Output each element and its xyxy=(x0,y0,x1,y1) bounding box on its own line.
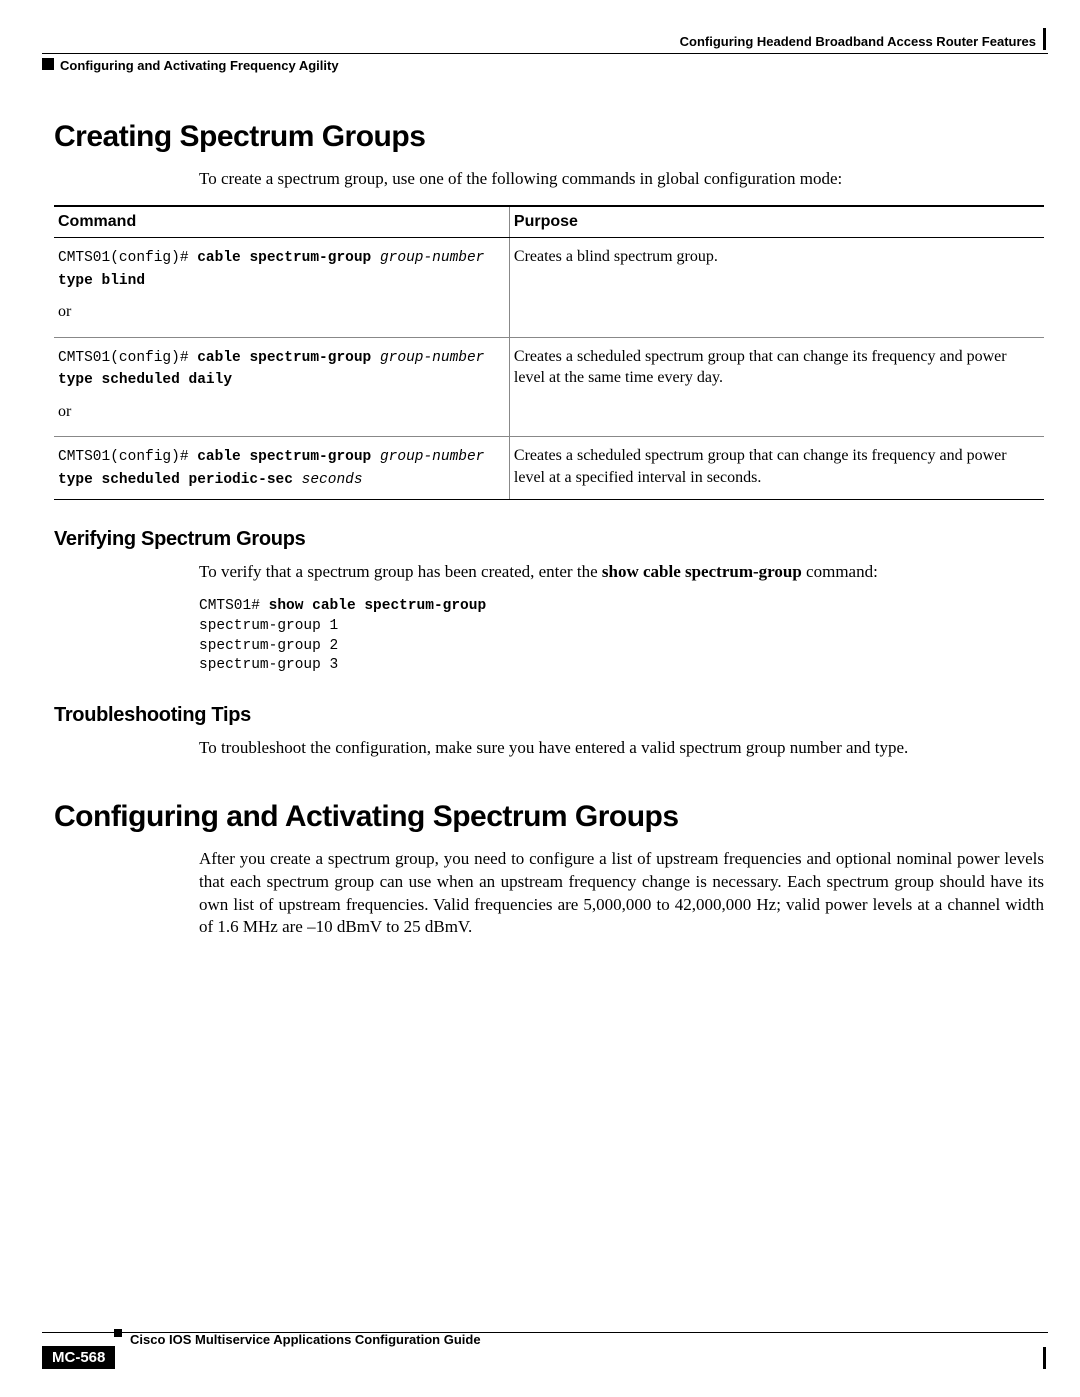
verify-intro: To verify that a spectrum group has been… xyxy=(54,561,1044,584)
heading-troubleshooting-tips: Troubleshooting Tips xyxy=(54,704,1044,727)
command-purpose-table: Command Purpose CMTS01(config)# cable sp… xyxy=(54,205,1044,500)
or-separator: or xyxy=(58,401,505,423)
header-rule xyxy=(42,53,1048,54)
running-header-right: Configuring Headend Broadband Access Rou… xyxy=(680,34,1046,49)
troubleshoot-paragraph: To troubleshoot the configuration, make … xyxy=(54,737,1044,760)
table-row: CMTS01(config)# cable spectrum-group gro… xyxy=(54,337,1044,437)
table-header-command: Command xyxy=(54,206,509,238)
intro-paragraph-1: To create a spectrum group, use one of t… xyxy=(54,168,1044,191)
command-text: CMTS01(config)# cable spectrum-group gro… xyxy=(58,445,505,490)
footer-right-rule xyxy=(1043,1347,1046,1369)
footer-guide-title: Cisco IOS Multiservice Applications Conf… xyxy=(130,1332,481,1347)
command-text: CMTS01(config)# cable spectrum-group gro… xyxy=(58,246,505,291)
or-separator: or xyxy=(58,301,505,323)
heading-verifying-spectrum-groups: Verifying Spectrum Groups xyxy=(54,528,1044,551)
header-marker-square xyxy=(42,58,54,70)
purpose-text: Creates a blind spectrum group. xyxy=(509,237,1044,337)
purpose-text: Creates a scheduled spectrum group that … xyxy=(509,437,1044,499)
table-row: CMTS01(config)# cable spectrum-group gro… xyxy=(54,237,1044,337)
heading-creating-spectrum-groups: Creating Spectrum Groups xyxy=(54,120,1044,154)
command-text: CMTS01(config)# cable spectrum-group gro… xyxy=(58,346,505,391)
running-header-left: Configuring and Activating Frequency Agi… xyxy=(60,58,339,73)
heading-configuring-activating-spectrum-groups: Configuring and Activating Spectrum Grou… xyxy=(54,800,1044,834)
footer-marker-square xyxy=(114,1329,122,1337)
page-number-box: MC-568 xyxy=(42,1346,115,1369)
purpose-text: Creates a scheduled spectrum group that … xyxy=(509,337,1044,437)
table-row: CMTS01(config)# cable spectrum-group gro… xyxy=(54,437,1044,499)
configure-paragraph: After you create a spectrum group, you n… xyxy=(54,848,1044,940)
verify-code-block: CMTS01# show cable spectrum-group spectr… xyxy=(199,597,1044,675)
table-header-purpose: Purpose xyxy=(509,206,1044,238)
